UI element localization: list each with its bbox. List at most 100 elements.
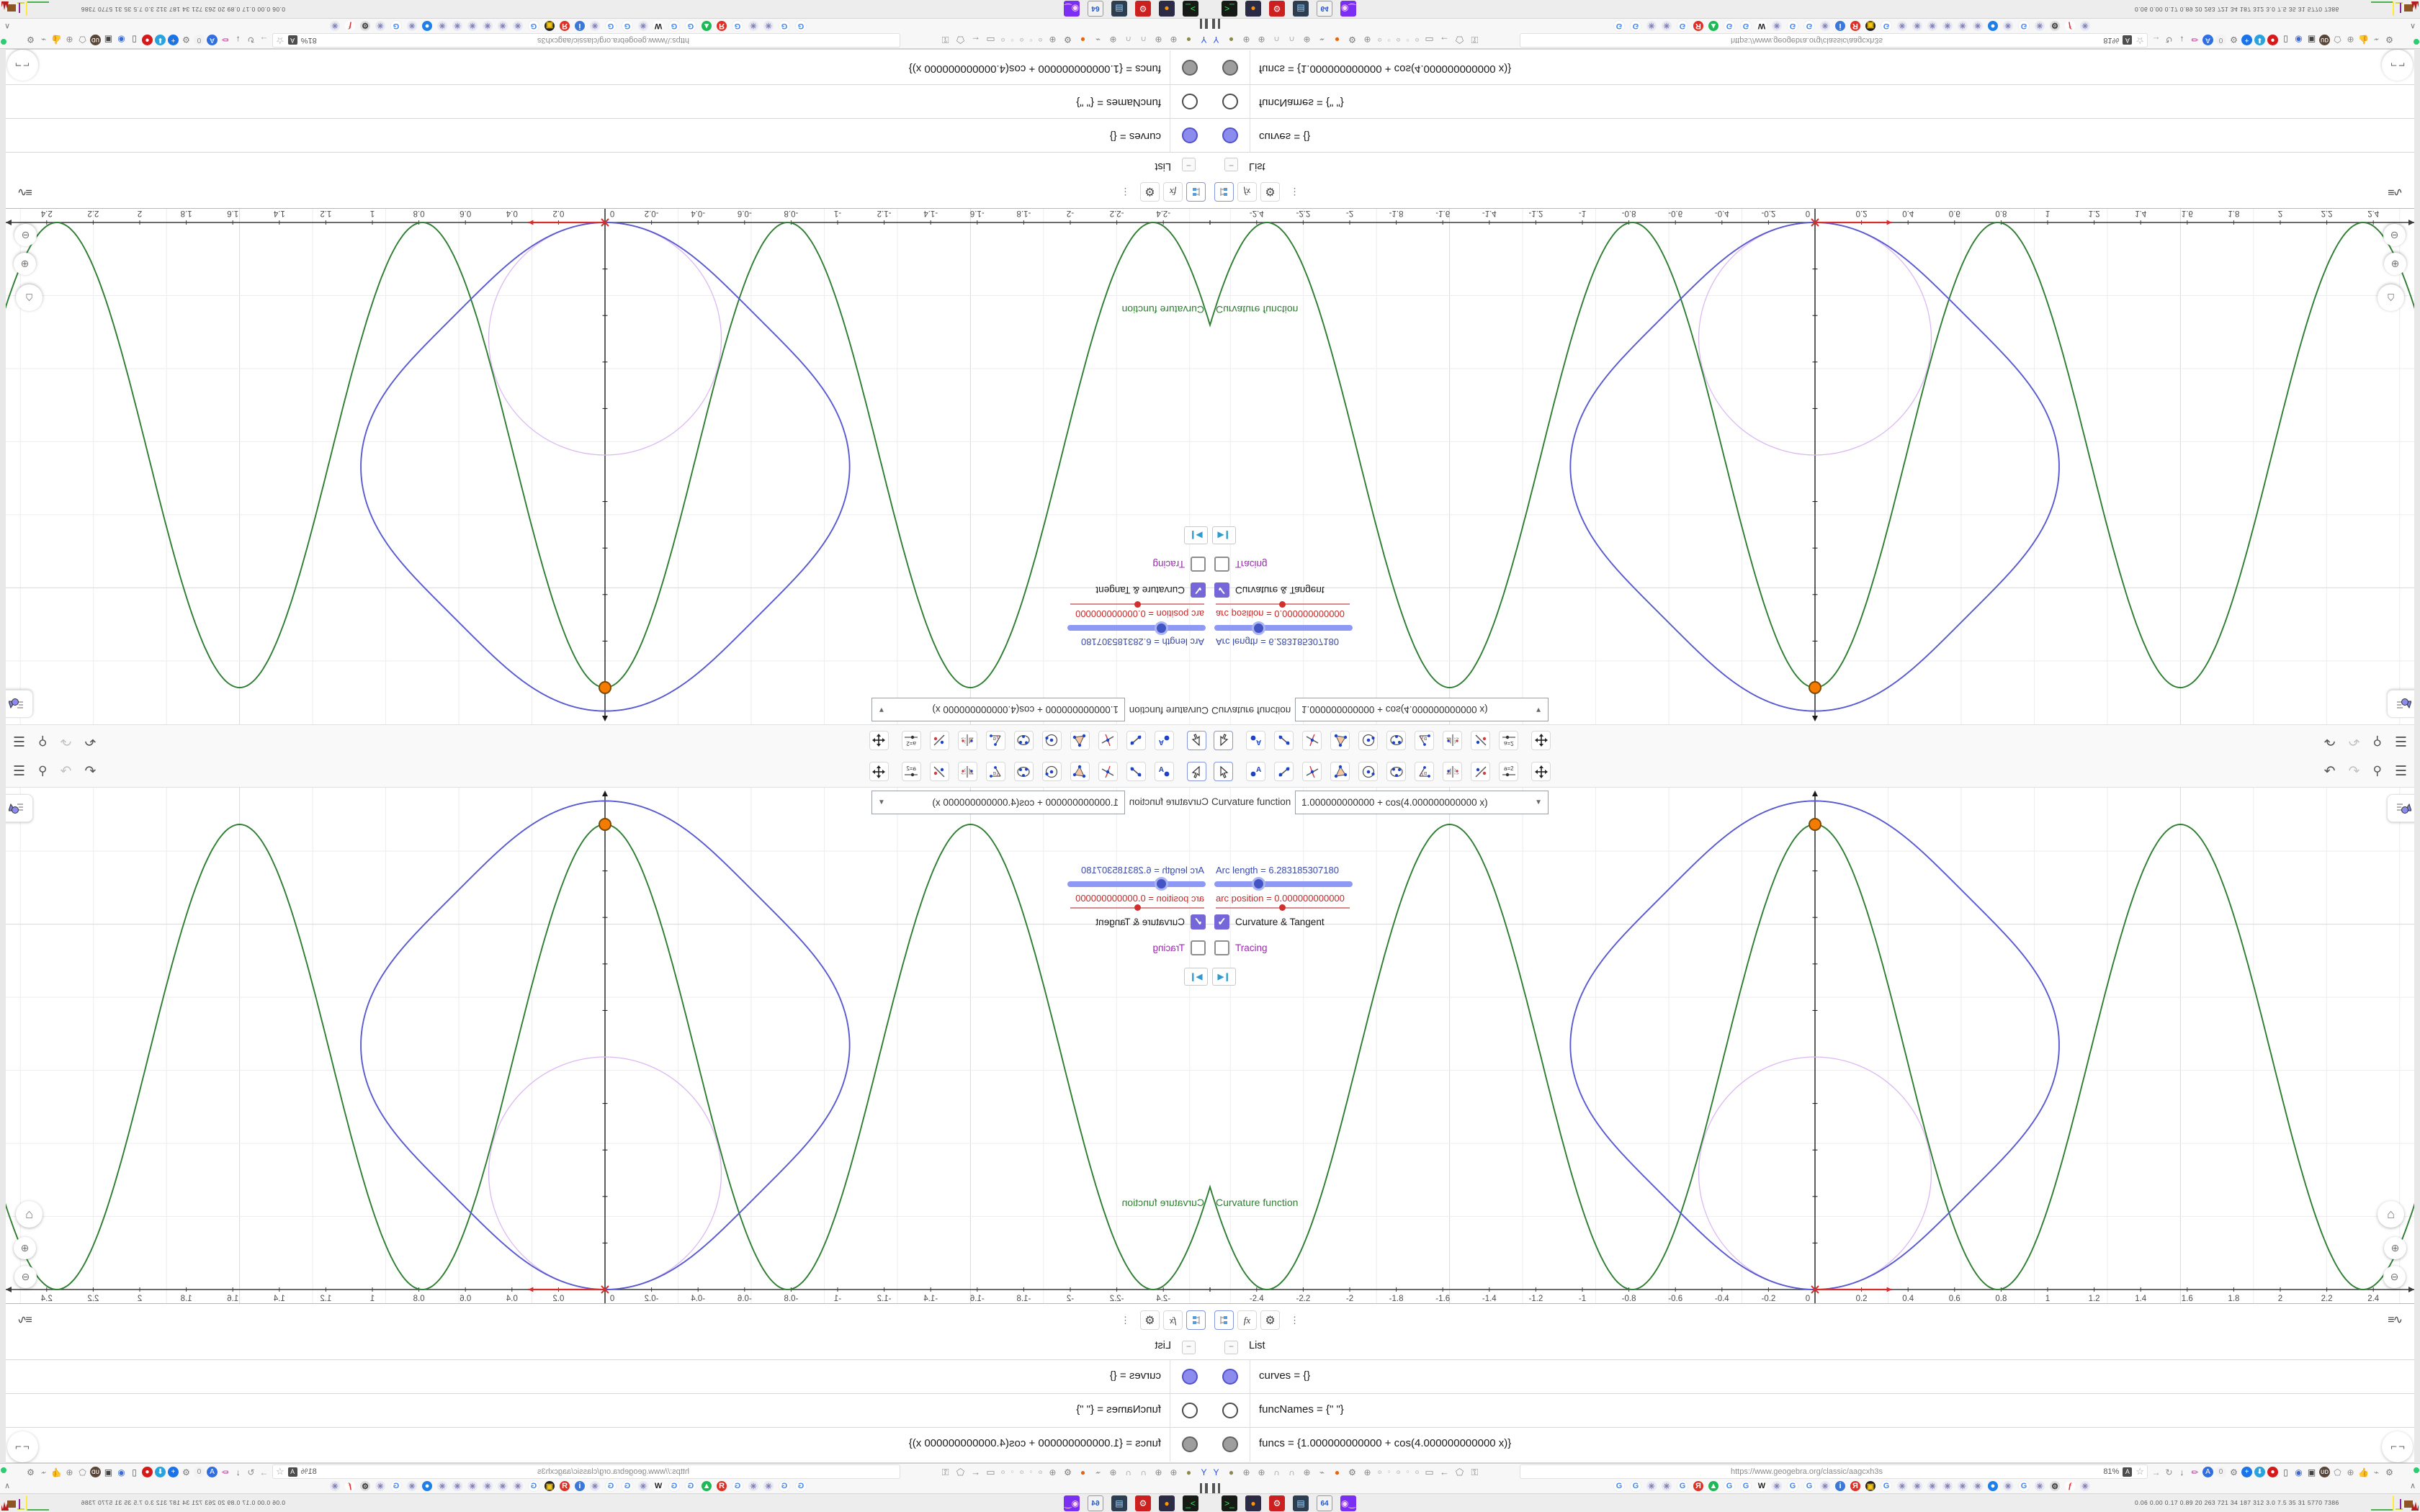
point-tool[interactable]: A	[1246, 731, 1265, 750]
favicon-leaf[interactable]: ▲	[702, 1481, 712, 1491]
undo-icon[interactable]: ↶	[2324, 763, 2336, 780]
favicon-snow[interactable]: ✳	[1912, 21, 1922, 31]
forward-arrow-icon[interactable]: →	[2151, 35, 2161, 45]
wrench-icon[interactable]: ⌁	[1092, 1466, 1104, 1478]
arc-position-slider-knob[interactable]	[1134, 904, 1141, 911]
dot-icon[interactable]: ⊙	[1414, 37, 1420, 43]
favicon-blue[interactable]: ●	[1988, 1481, 1998, 1491]
bookmark-star-icon[interactable]: ☆	[276, 35, 284, 46]
reload-icon[interactable]: ↻	[246, 35, 256, 45]
favicon-snow[interactable]: ✳	[1662, 1481, 1672, 1491]
arc-length-slider[interactable]	[1067, 625, 1206, 631]
favicon-snow[interactable]: ✳	[1942, 21, 1953, 31]
kebab-icon[interactable]: ⋮	[1285, 182, 1304, 202]
visibility-toggle[interactable]	[1222, 94, 1238, 109]
globe-icon[interactable]: ⊕	[1361, 34, 1373, 46]
paint-icon[interactable]: ✏	[2190, 35, 2200, 45]
favicon-snow[interactable]: ✳	[1646, 1481, 1657, 1491]
gear-icon[interactable]: ⚙	[2384, 35, 2395, 45]
ring-icon[interactable]: ○	[1386, 37, 1392, 43]
curvature-tangent-checkbox[interactable]: ✓	[1191, 582, 1206, 598]
ring-icon[interactable]: ○	[1028, 1469, 1034, 1475]
curvature-tangent-label[interactable]: Curvature & Tangent	[1095, 585, 1185, 595]
undo-icon[interactable]: ↶	[84, 733, 96, 750]
favicon-Ya[interactable]: Я	[717, 21, 727, 31]
favicon-G[interactable]: G	[732, 1480, 743, 1492]
favicon-G[interactable]: G	[1740, 20, 1752, 32]
favicon-gearD[interactable]: ⚙	[2050, 1481, 2060, 1491]
intersect-two-lines-tool[interactable]	[1098, 731, 1118, 750]
home-button[interactable]: ⌂	[2378, 284, 2404, 311]
trash-icon[interactable]: ▯	[2280, 35, 2291, 45]
ring-icon[interactable]: ○	[1404, 1469, 1411, 1475]
arc-position-slider-knob[interactable]	[1279, 904, 1286, 911]
favicon-snow[interactable]: ✳	[590, 1481, 600, 1491]
globe-icon[interactable]: ⊕	[1107, 34, 1119, 46]
forward-arrow-icon[interactable]: →	[259, 35, 269, 45]
zoom-out-button[interactable]: ⊖	[2383, 1266, 2406, 1288]
translate-icon[interactable]: A	[2202, 35, 2213, 45]
zoom-in-button[interactable]: ⊕	[14, 1237, 36, 1259]
tracing-checkbox[interactable]	[1214, 557, 1229, 572]
settings-red-app-icon[interactable]: ⚙	[1269, 1495, 1285, 1511]
favicon-G[interactable]: G	[605, 20, 617, 32]
translate-icon[interactable]: A	[287, 35, 297, 45]
favicon-G[interactable]: G	[622, 20, 633, 32]
download-icon[interactable]: ↓	[2177, 35, 2187, 45]
slider-tool[interactable]: a=2	[1499, 762, 1518, 781]
olive-icon[interactable]: ●	[1183, 34, 1195, 46]
algebra-view-icon[interactable]: ≡∿	[2388, 185, 2401, 199]
algebra-row-curves[interactable]: curves = {}	[1210, 118, 2420, 153]
gear-icon[interactable]: ⚙	[1346, 1466, 1358, 1478]
assistant-app-icon[interactable]: ◉‿	[1340, 1, 1356, 17]
curvature-tangent-label[interactable]: Curvature & Tangent	[1235, 585, 1325, 595]
headset-icon[interactable]: ∩	[1122, 1466, 1134, 1478]
headset-icon[interactable]: ∩	[1137, 34, 1150, 46]
shield-icon[interactable]: ⬠	[1453, 1466, 1466, 1478]
favicon-G[interactable]: G	[795, 20, 807, 32]
slider-tool[interactable]: a=2	[902, 762, 921, 781]
favicon-cam[interactable]: ▣	[544, 1481, 555, 1491]
dot-icon[interactable]: ⊙	[1000, 1469, 1006, 1475]
scrollbar[interactable]	[2414, 756, 2420, 1463]
forward-arrow-icon[interactable]: →	[2151, 1467, 2161, 1477]
collapse-list-button[interactable]: −	[1182, 1341, 1196, 1354]
thumb-icon[interactable]: 👍	[51, 35, 62, 45]
algebra-row-curves[interactable]: curves = {}	[0, 1359, 1210, 1394]
favicon-W[interactable]: W	[653, 1481, 663, 1491]
gear-icon[interactable]: ⚙	[181, 35, 192, 45]
terminal-app-icon[interactable]: >_	[1222, 1495, 1237, 1511]
paint-icon[interactable]: ✏	[220, 35, 230, 45]
download-icon[interactable]: ↓	[233, 35, 243, 45]
algebra-row-funcnames[interactable]: funcNames = {" "}	[0, 1393, 1210, 1428]
function-input[interactable]: 1.000000000000 + cos(4.000000000000 x) ▼	[871, 791, 1125, 814]
graphics-view[interactable]: -2.4 -2.2 -2 -1.8 -1.6 -1.4 -1.2 -1 -0.8 -0.6 -0.4…	[1210, 788, 2420, 1303]
chevron-up-icon[interactable]: ∧	[4, 1481, 10, 1490]
intersect-two-lines-tool[interactable]	[1302, 762, 1322, 781]
favicon-W[interactable]: W	[653, 21, 663, 31]
zoom-in-button[interactable]: ⊕	[2384, 253, 2406, 275]
favicon-Ya[interactable]: Я	[560, 21, 570, 31]
gear-icon[interactable]: ⚙	[1062, 34, 1074, 46]
favicon-snow[interactable]: ✳	[1897, 21, 1907, 31]
algebra-row-curves[interactable]: curves = {}	[1210, 1359, 2420, 1394]
circle-center-point-tool[interactable]	[1358, 731, 1378, 750]
back-arrow-icon[interactable]: ←	[1438, 1466, 1451, 1478]
thumb-icon[interactable]: 👍	[51, 1467, 62, 1477]
zoom-out-button[interactable]: ⊖	[14, 1266, 37, 1288]
search-icon[interactable]: ⚲	[38, 734, 47, 748]
shield-icon[interactable]: ⬠	[77, 1467, 88, 1477]
search-icon[interactable]: ⚲	[2373, 764, 2382, 778]
favicon-snow[interactable]: ✳	[1820, 1481, 1830, 1491]
folder-icon[interactable]: ▭	[1423, 34, 1435, 46]
favicon-G[interactable]: G	[1630, 1480, 1641, 1492]
favicon-info[interactable]: i	[1835, 21, 1845, 31]
favicon-W[interactable]: W	[1757, 21, 1767, 31]
back-arrow-icon[interactable]: ←	[1438, 34, 1451, 46]
favicon-G[interactable]: G	[1881, 1480, 1892, 1492]
fx-icon[interactable]: fx	[1237, 1310, 1257, 1330]
gear-icon[interactable]: ⚙	[2228, 1467, 2239, 1477]
favicon-blue[interactable]: ●	[422, 1481, 432, 1491]
headset-icon[interactable]: ∩	[1286, 1466, 1298, 1478]
algebra-row-funcnames[interactable]: funcNames = {" "}	[1210, 84, 2420, 119]
